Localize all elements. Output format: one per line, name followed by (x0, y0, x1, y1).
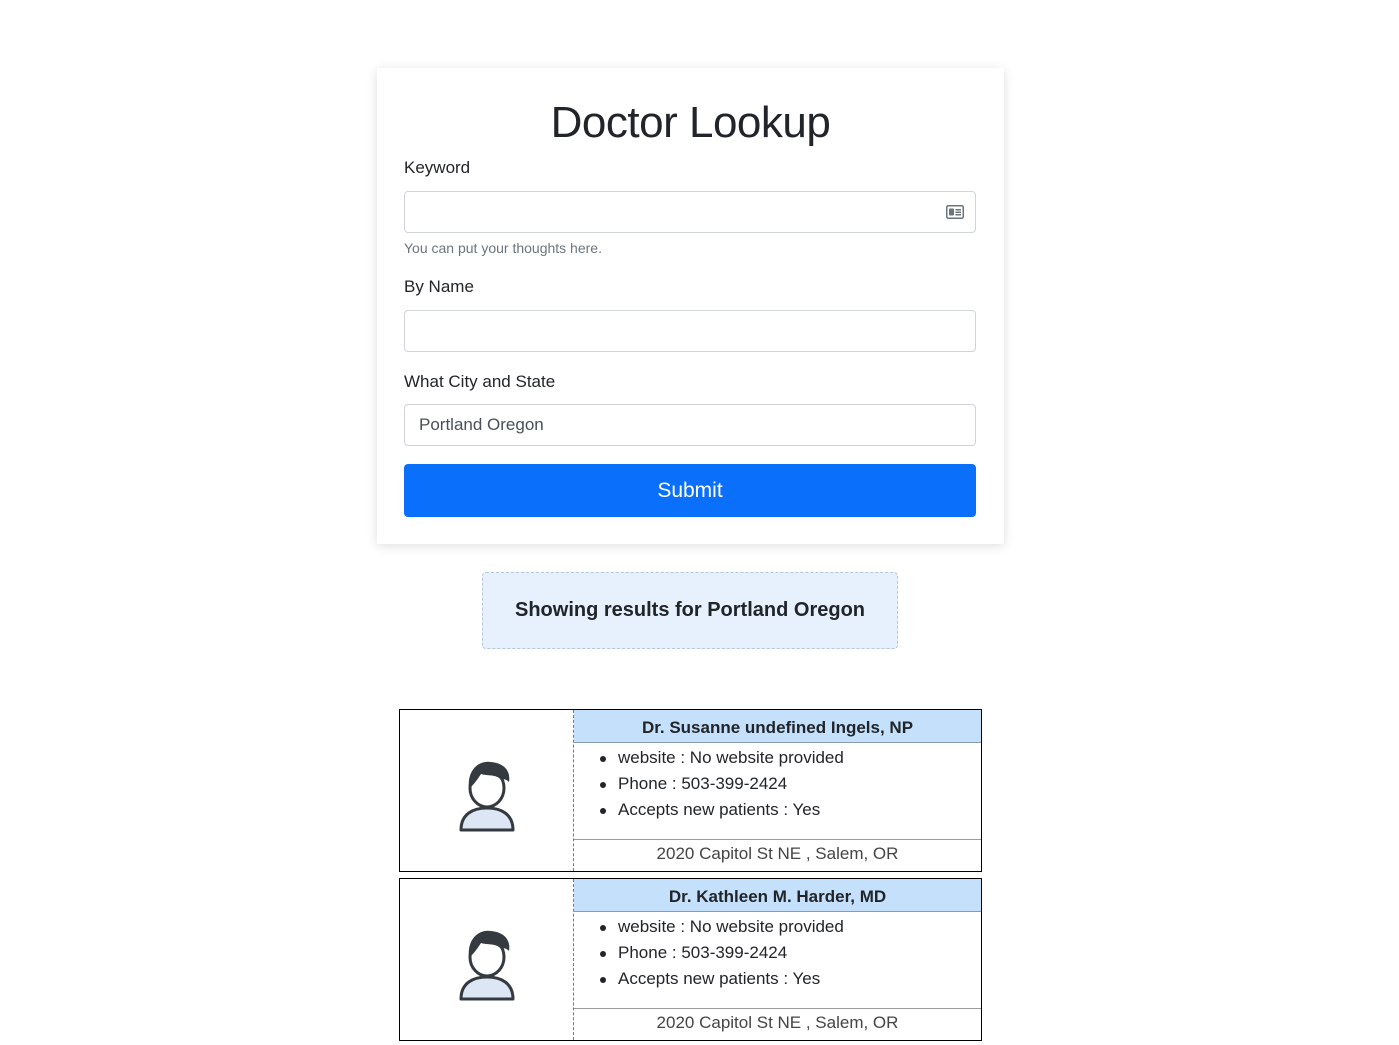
avatar-cell (400, 710, 574, 871)
doctor-card: Dr. Kathleen M. Harder, MD website : No … (399, 878, 982, 1041)
doctor-details: website : No website provided Phone : 50… (574, 914, 981, 992)
results-banner: Showing results for Portland Oregon (482, 572, 898, 649)
id-card-icon (946, 205, 964, 219)
doctor-details: website : No website provided Phone : 50… (574, 745, 981, 823)
avatar-cell (400, 879, 574, 1040)
city-state-input[interactable] (404, 404, 976, 446)
doctor-info: Dr. Kathleen M. Harder, MD website : No … (574, 879, 981, 1040)
website-detail: website : No website provided (598, 745, 981, 771)
keyword-help-text: You can put your thoughts here. (404, 240, 602, 256)
accepts-patients-detail: Accepts new patients : Yes (598, 797, 981, 823)
keyword-input[interactable] (404, 191, 976, 233)
doctor-info: Dr. Susanne undefined Ingels, NP website… (574, 710, 981, 871)
doctor-card: Dr. Susanne undefined Ingels, NP website… (399, 709, 982, 872)
name-input[interactable] (404, 310, 976, 352)
accepts-patients-detail: Accepts new patients : Yes (598, 966, 981, 992)
doctor-name: Dr. Kathleen M. Harder, MD (574, 879, 981, 912)
doctor-name: Dr. Susanne undefined Ingels, NP (574, 710, 981, 743)
doctor-address: 2020 Capitol St NE , Salem, OR (574, 839, 981, 871)
doctor-lookup-form: Doctor Lookup Keyword You can put your t… (377, 68, 1004, 544)
submit-button[interactable]: Submit (404, 464, 976, 517)
city-state-label: What City and State (404, 372, 556, 391)
keyword-label: Keyword (404, 158, 471, 177)
phone-detail: Phone : 503-399-2424 (598, 771, 981, 797)
page-title: Doctor Lookup (550, 98, 831, 147)
person-icon (459, 930, 515, 1001)
phone-detail: Phone : 503-399-2424 (598, 940, 981, 966)
doctor-address: 2020 Capitol St NE , Salem, OR (574, 1008, 981, 1040)
website-detail: website : No website provided (598, 914, 981, 940)
person-icon (459, 761, 515, 832)
name-label: By Name (404, 277, 474, 296)
